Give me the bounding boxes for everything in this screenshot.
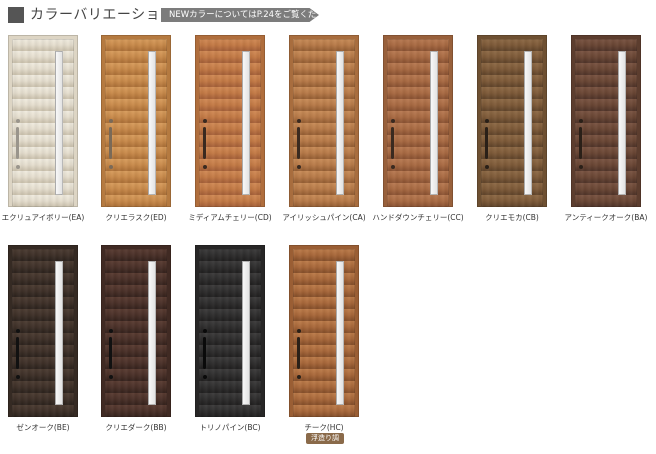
- door-swatch: [289, 245, 359, 417]
- door-color-label: アイリッシュパイン(CA): [282, 213, 366, 222]
- door-glass-slit: [430, 51, 438, 195]
- lock-cylinder-icon: [391, 119, 395, 123]
- lock-cylinder-icon: [391, 165, 395, 169]
- door-panel: [199, 249, 261, 417]
- door-color-label: チーク(HC): [304, 423, 344, 432]
- door-swatch: [571, 35, 641, 207]
- door-color-label: エクリュアイボリー(EA): [1, 213, 85, 222]
- door-handle: [579, 127, 582, 159]
- door-color-label: トリノパイン(BC): [199, 423, 261, 432]
- door-handle: [16, 337, 19, 369]
- door-swatch: [195, 245, 265, 417]
- door-swatch: [8, 245, 78, 417]
- door-glass-slit: [336, 51, 344, 195]
- door-glass-slit: [148, 51, 156, 195]
- lock-cylinder-icon: [297, 375, 301, 379]
- door-swatch: [101, 35, 171, 207]
- lock-cylinder-icon: [16, 165, 20, 169]
- door-swatch: [477, 35, 547, 207]
- door-swatch: [289, 35, 359, 207]
- wood-grain-overlay: [481, 39, 543, 207]
- door-panel: [481, 39, 543, 207]
- lock-cylinder-icon: [16, 329, 20, 333]
- door-handle: [109, 337, 112, 369]
- door-glass-slit: [242, 51, 250, 195]
- door-glass-slit: [242, 261, 250, 405]
- door-color-label: アンティークオーク(BA): [564, 213, 648, 222]
- door-color-grid: エクリュアイボリー(EA) クリエラスク(ED) ミディアムチェリー(CD) アイリッ…: [0, 0, 656, 454]
- lock-cylinder-icon: [109, 119, 113, 123]
- lock-cylinder-icon: [579, 119, 583, 123]
- wood-grain-overlay: [12, 249, 74, 417]
- door-handle: [16, 127, 19, 159]
- door-panel: [105, 249, 167, 417]
- lock-cylinder-icon: [485, 165, 489, 169]
- lock-cylinder-icon: [16, 119, 20, 123]
- wood-grain-overlay: [12, 39, 74, 207]
- wood-grain-overlay: [387, 39, 449, 207]
- door-panel: [387, 39, 449, 207]
- lock-cylinder-icon: [297, 329, 301, 333]
- door-panel: [293, 249, 355, 417]
- door-glass-slit: [618, 51, 626, 195]
- door-color-label: クリエダーク(BB): [105, 423, 167, 432]
- lock-cylinder-icon: [109, 165, 113, 169]
- door-handle: [297, 337, 300, 369]
- door-color-label: クリエモカ(CB): [485, 213, 539, 222]
- wood-grain-overlay: [293, 39, 355, 207]
- door-color-label: ゼンオーク(BE): [16, 423, 70, 432]
- lock-cylinder-icon: [203, 165, 207, 169]
- wood-grain-overlay: [293, 249, 355, 417]
- door-glass-slit: [55, 51, 63, 195]
- wood-grain-overlay: [105, 39, 167, 207]
- door-color-label: ハンドダウンチェリー(CC): [372, 213, 464, 222]
- door-glass-slit: [336, 261, 344, 405]
- lock-cylinder-icon: [109, 375, 113, 379]
- lock-cylinder-icon: [297, 119, 301, 123]
- lock-cylinder-icon: [297, 165, 301, 169]
- door-panel: [199, 39, 261, 207]
- door-panel: [12, 39, 74, 207]
- door-panel: [575, 39, 637, 207]
- door-panel: [105, 39, 167, 207]
- door-swatch: [8, 35, 78, 207]
- door-handle: [297, 127, 300, 159]
- lock-cylinder-icon: [203, 375, 207, 379]
- door-handle: [109, 127, 112, 159]
- lock-cylinder-icon: [203, 119, 207, 123]
- lock-cylinder-icon: [16, 375, 20, 379]
- door-swatch: [195, 35, 265, 207]
- lock-cylinder-icon: [579, 165, 583, 169]
- wood-grain-overlay: [199, 249, 261, 417]
- door-glass-slit: [148, 261, 156, 405]
- door-swatch: [383, 35, 453, 207]
- door-glass-slit: [55, 261, 63, 405]
- wood-grain-overlay: [199, 39, 261, 207]
- lock-cylinder-icon: [203, 329, 207, 333]
- door-panel: [293, 39, 355, 207]
- door-swatch: [101, 245, 171, 417]
- door-handle: [203, 337, 206, 369]
- door-handle: [203, 127, 206, 159]
- wood-grain-overlay: [105, 249, 167, 417]
- door-color-label: クリエラスク(ED): [105, 213, 167, 222]
- door-handle: [485, 127, 488, 159]
- door-color-label: ミディアムチェリー(CD): [188, 213, 272, 222]
- ukizukuri-badge: 浮造り調: [306, 433, 344, 444]
- lock-cylinder-icon: [109, 329, 113, 333]
- lock-cylinder-icon: [485, 119, 489, 123]
- door-handle: [391, 127, 394, 159]
- door-glass-slit: [524, 51, 532, 195]
- door-panel: [12, 249, 74, 417]
- wood-grain-overlay: [575, 39, 637, 207]
